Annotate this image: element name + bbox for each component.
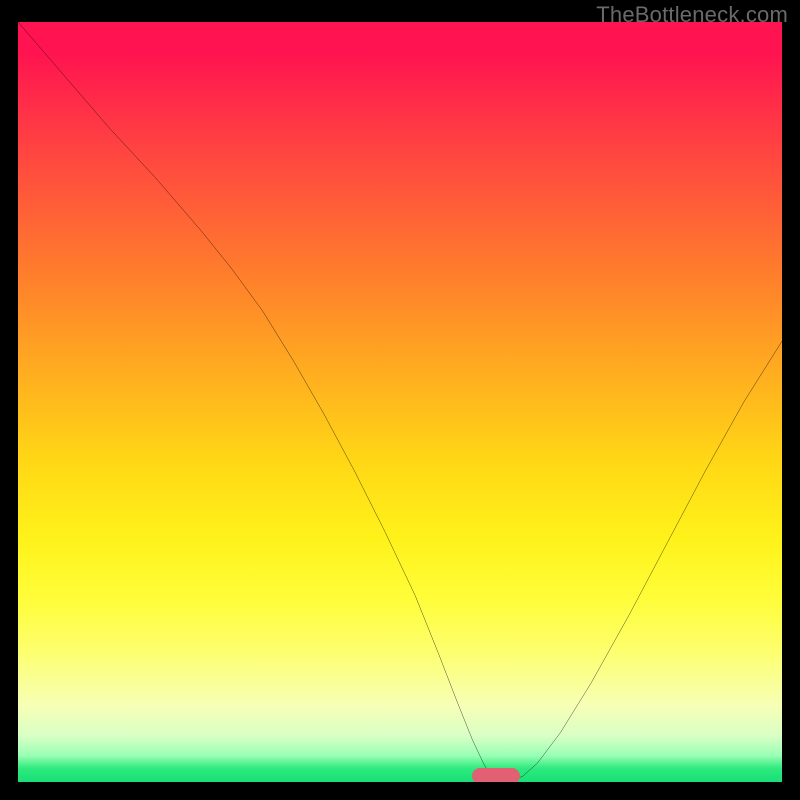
plot-area — [18, 22, 782, 782]
bottleneck-curve — [18, 22, 782, 782]
watermark-text: TheBottleneck.com — [596, 2, 788, 28]
optimal-marker — [472, 768, 520, 782]
chart-frame: TheBottleneck.com — [0, 0, 800, 800]
